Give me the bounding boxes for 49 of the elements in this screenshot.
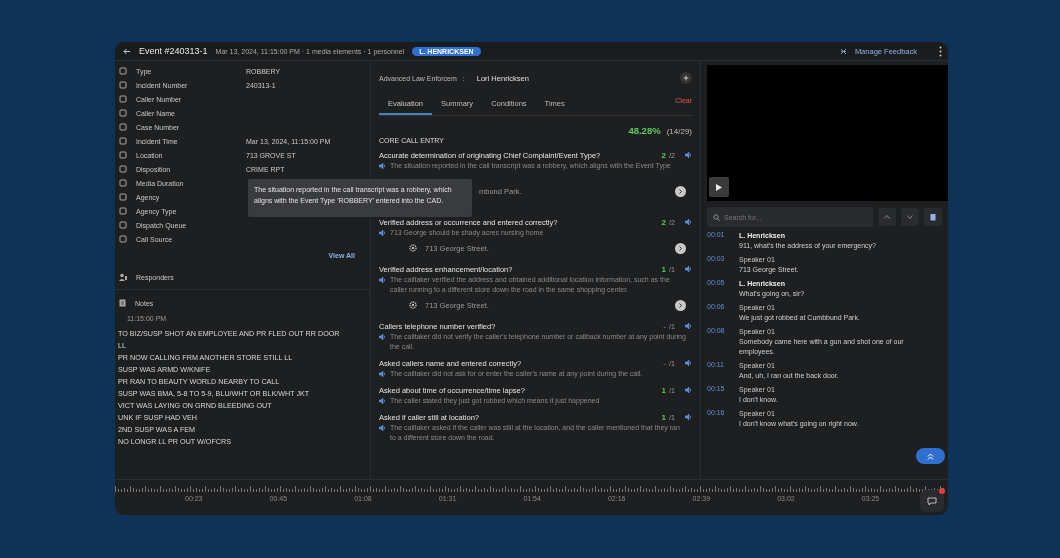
back-button[interactable] — [123, 47, 131, 55]
score-percent: 48.28% — [628, 125, 661, 136]
kebab-icon — [939, 45, 942, 57]
chevron-down-icon — [907, 215, 913, 219]
speaker-icon — [685, 266, 692, 272]
back-arrow-icon — [123, 47, 131, 55]
score-ratio: (14/29) — [666, 127, 692, 136]
speaker-icon — [685, 323, 692, 329]
people-icon — [119, 273, 127, 281]
chevron-right-icon — [678, 188, 683, 194]
chevron-up-icon — [884, 215, 890, 219]
speaker-icon — [379, 371, 386, 377]
chevron-right-icon — [678, 302, 683, 308]
plus-icon — [683, 75, 689, 81]
speaker-icon — [379, 334, 386, 340]
speaker-icon — [685, 387, 692, 393]
chat-button[interactable] — [920, 490, 944, 512]
speaker-icon — [685, 414, 692, 420]
speaker-icon — [379, 425, 386, 431]
go-button[interactable] — [675, 185, 686, 197]
add-button[interactable] — [680, 72, 692, 84]
play-button[interactable] — [709, 177, 729, 197]
play-icon — [716, 183, 722, 191]
question-score: 2 — [660, 217, 666, 227]
notification-dot — [939, 488, 945, 494]
speaker-icon — [379, 398, 386, 404]
speaker-icon — [685, 360, 692, 366]
chat-icon — [927, 496, 937, 506]
document-icon — [119, 299, 126, 307]
speaker-icon — [685, 152, 692, 158]
question-score: 1 — [660, 412, 666, 422]
question-score: 2 — [660, 150, 666, 160]
speaker-icon — [379, 277, 386, 283]
speaker-icon — [685, 219, 692, 225]
question-score: - — [662, 321, 666, 331]
scroll-up-button[interactable] — [916, 448, 945, 464]
question-score: - — [662, 358, 666, 368]
event-title: Event #240313-1 — [139, 46, 208, 56]
go-button[interactable] — [675, 242, 686, 254]
speaker-icon — [379, 163, 386, 169]
speaker-icon — [379, 230, 386, 236]
chevron-right-icon — [678, 245, 683, 251]
search-icon — [713, 214, 720, 221]
clipboard-icon — [930, 213, 936, 221]
clipboard-button[interactable] — [924, 208, 942, 226]
question-score: 1 — [660, 264, 666, 274]
double-chevron-up-icon — [927, 452, 934, 460]
question-score: 1 — [660, 385, 666, 395]
go-button[interactable] — [675, 299, 686, 311]
